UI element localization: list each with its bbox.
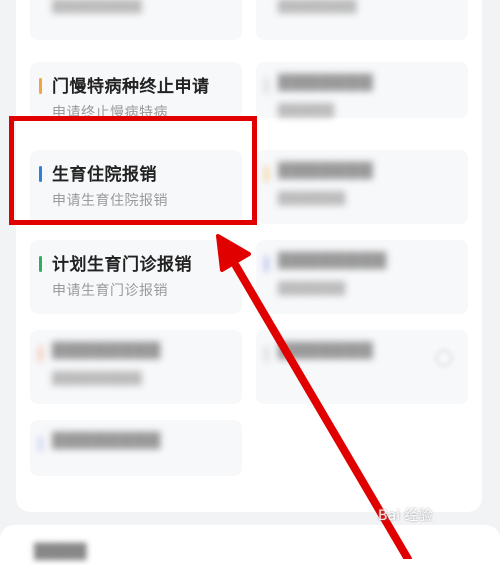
annotation-arrow — [216, 234, 412, 559]
watermark: Bai 经验 — [378, 508, 433, 524]
